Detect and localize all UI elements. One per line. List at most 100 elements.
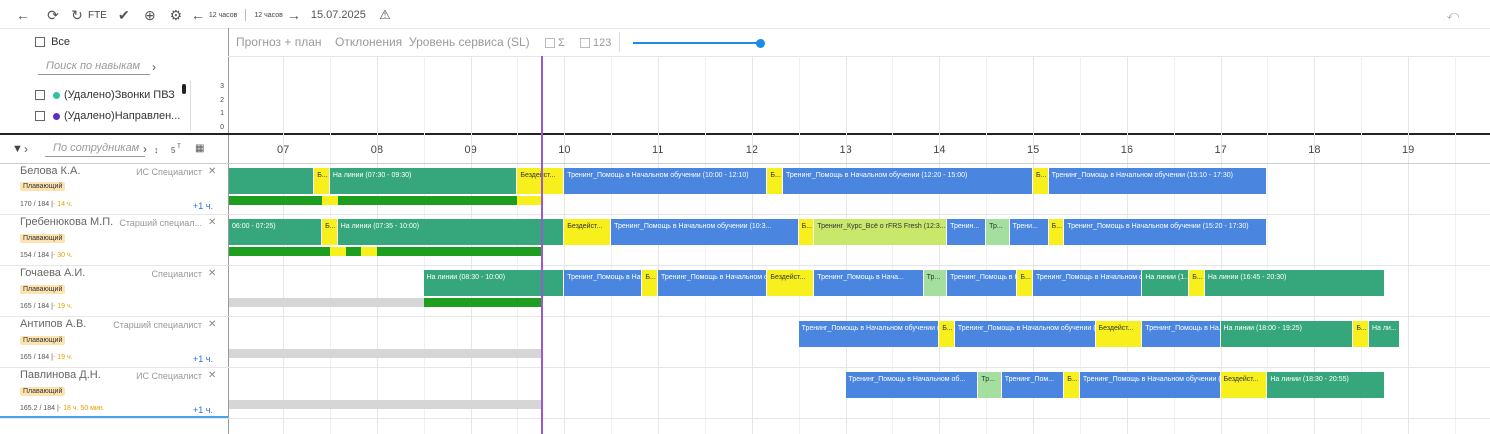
schedule-segment[interactable]: На линии (07:30 - 09:30) (329, 168, 517, 194)
schedule-segment[interactable]: 06:00 - 07:25) (229, 219, 322, 245)
employee-name[interactable]: Павлинова Д.Н. (20, 369, 101, 381)
employee-name[interactable]: Гочаева А.И. (20, 267, 85, 279)
schedule-segment[interactable]: Тренин... (947, 219, 986, 245)
tab-deviations[interactable]: Отклонения (335, 35, 402, 49)
zoom-slider-handle[interactable] (756, 39, 765, 48)
settings-gear-icon[interactable]: ⚙ (167, 6, 185, 24)
actual-activity-bar (345, 247, 362, 256)
remove-employee-icon[interactable]: ✕ (208, 217, 216, 228)
count-toggle[interactable]: 123 (580, 37, 611, 49)
count-checkbox[interactable] (580, 38, 590, 48)
schedule-segment[interactable]: Тренинг_Помощь в Начальном об... (845, 372, 978, 398)
employee-name[interactable]: Белова К.А. (20, 165, 80, 177)
select-all-checkbox[interactable] (35, 37, 45, 48)
schedule-segment[interactable]: Тренинг_Помощь в Начальном обучении (15:… (1079, 372, 1220, 398)
schedule-segment[interactable]: Бездейст... (1095, 321, 1142, 347)
fte-toggle[interactable]: FTE (88, 10, 107, 21)
skill-search-input[interactable]: Поиск по навыкам (38, 60, 150, 75)
schedule-segment[interactable]: Тренинг_Помощь в Нача... (814, 270, 923, 296)
clear-sort-icon[interactable]: ᵀ (177, 142, 181, 152)
zoom-slider-track[interactable] (633, 42, 761, 44)
redo-icon[interactable]: ↻ (68, 6, 86, 24)
remove-employee-icon[interactable]: ✕ (208, 319, 216, 330)
overtime-link[interactable]: +1 ч. (193, 405, 213, 415)
add-circle-icon[interactable]: ⊕ (141, 6, 159, 24)
sum-checkbox[interactable] (545, 38, 555, 48)
prev-arrow-icon[interactable]: ← (189, 6, 207, 24)
schedule-segment[interactable]: Тренинг_Помощь в Нач... (564, 270, 642, 296)
schedule-segment[interactable]: Бездейст... (1220, 372, 1267, 398)
back-arrow-icon[interactable]: ← (14, 6, 32, 24)
schedule-segment[interactable]: Б... (1353, 321, 1368, 347)
schedule-segment[interactable]: На линии (18:30 - 20:55) (1267, 372, 1384, 398)
schedule-segment[interactable]: На линии (07:35 - 10:00) (337, 219, 564, 245)
skill-search-chevron-icon[interactable]: › (152, 60, 156, 74)
overtime-link[interactable]: +1 ч. (193, 354, 213, 364)
schedule-segment[interactable]: Тренинг_Помощь в Начальном обучении (12:… (783, 168, 1032, 194)
schedule-segment[interactable]: На ли... (1368, 321, 1400, 347)
employee-search-input[interactable]: По сотрудникам (45, 142, 145, 157)
filter-chevron-icon[interactable]: › (24, 142, 28, 156)
sum-toggle[interactable]: Σ (545, 37, 565, 49)
schedule-segment[interactable]: Тр... (978, 372, 1001, 398)
schedule-segment[interactable]: На линии (16:45 - 20:30) (1204, 270, 1384, 296)
schedule-segment[interactable]: Б... (767, 168, 782, 194)
remove-employee-icon[interactable]: ✕ (208, 370, 216, 381)
schedule-segment[interactable]: Тренинг_Помощь в Начальном обучении (... (1033, 270, 1142, 296)
share-icon[interactable]: ⤺ (1444, 6, 1462, 24)
tab-forecast-plan[interactable]: Прогноз + план (236, 35, 322, 49)
schedule-segment[interactable]: Тренинг_Помощь в Начальном обучении (15:… (1048, 168, 1267, 194)
current-date[interactable]: 15.07.2025 (311, 9, 366, 21)
schedule-segment[interactable]: Б... (322, 219, 337, 245)
schedule-segment[interactable]: Б... (314, 168, 329, 194)
schedule-segment[interactable]: Тр... (923, 270, 947, 296)
refresh-icon[interactable]: ⟳ (44, 6, 62, 24)
schedule-segment[interactable]: Тренинг_Помощь в Начальном обучении (11:… (658, 270, 767, 296)
schedule-segment[interactable]: Б... (1189, 270, 1204, 296)
schedule-segment[interactable]: На линии (18:00 - 19:25) (1220, 321, 1353, 347)
schedule-segment[interactable]: Тренинг_Помощь в Нача... (947, 270, 1017, 296)
schedule-segment[interactable]: Тренинг_Пом... (1001, 372, 1064, 398)
schedule-segment[interactable]: Б... (1033, 168, 1048, 194)
schedule-segment[interactable]: Тренинг_Помощь в Начальном обучении (12:… (798, 321, 939, 347)
schedule-segment[interactable]: Тренинг_Помощь в Начальном обучении (10:… (611, 219, 798, 245)
employee-name[interactable]: Гребенюкова М.П. (20, 216, 113, 228)
prev-step-label[interactable]: 12 часов (209, 12, 237, 19)
schedule-segment[interactable]: Тренинг_Помощь в Начальном обучении (15:… (1064, 219, 1267, 245)
schedule-segment[interactable]: Б... (642, 270, 657, 296)
check-all-icon[interactable]: ✔ (115, 6, 133, 24)
schedule-segment[interactable]: Тренинг_Курс_Всё о rFRS Fresh (12:3... (814, 219, 947, 245)
schedule-segment[interactable]: Бездейст... (767, 270, 814, 296)
schedule-segment[interactable]: Трени... (1009, 219, 1048, 245)
sort-icon[interactable]: ↕ (154, 145, 159, 155)
next-step-label[interactable]: 12 часов (254, 12, 282, 19)
skill-list-scrollbar[interactable] (182, 84, 186, 94)
skill-checkbox[interactable] (35, 111, 45, 121)
schedule-segment[interactable]: Б... (1064, 372, 1079, 398)
schedule-segment[interactable]: Б... (798, 219, 814, 245)
skill-checkbox[interactable] (35, 90, 45, 100)
employee-name[interactable]: Антипов А.В. (20, 318, 86, 330)
schedule-segment[interactable]: Тренинг_Помощь в На... (1142, 321, 1220, 347)
schedule-segment[interactable]: Б... (939, 321, 954, 347)
select-all-row[interactable]: Все (35, 36, 70, 48)
skill-item[interactable]: (Удалено)Звонки ПВЗ (35, 89, 175, 101)
tab-service-level[interactable]: Уровень сервиса (SL) (409, 35, 530, 49)
schedule-segment[interactable]: На линии (1... (1142, 270, 1189, 296)
schedule-segment[interactable]: Тренинг_Помощь в Начальном обучении (14:… (954, 321, 1095, 347)
warning-icon[interactable]: ⚠ (376, 6, 394, 24)
schedule-segment[interactable]: Бездейст... (564, 219, 611, 245)
next-arrow-icon[interactable]: → (285, 6, 303, 24)
filter-funnel-icon[interactable]: ▼ (12, 143, 23, 155)
schedule-segment[interactable]: Б... (1048, 219, 1064, 245)
employee-search-chevron-icon[interactable]: › (143, 142, 147, 156)
schedule-segment[interactable]: Тренинг_Помощь в Начальном обучении (10:… (564, 168, 767, 194)
remove-employee-icon[interactable]: ✕ (208, 268, 216, 279)
skill-item[interactable]: (Удалено)Направлен... (35, 110, 180, 122)
overtime-link[interactable]: +1 ч. (193, 201, 213, 211)
schedule-segment[interactable]: Тр... (986, 219, 1009, 245)
calendar-icon[interactable]: ▦ (195, 143, 204, 154)
schedule-segment[interactable]: Б... (1017, 270, 1032, 296)
schedule-segment[interactable] (229, 168, 314, 194)
remove-employee-icon[interactable]: ✕ (208, 166, 216, 177)
